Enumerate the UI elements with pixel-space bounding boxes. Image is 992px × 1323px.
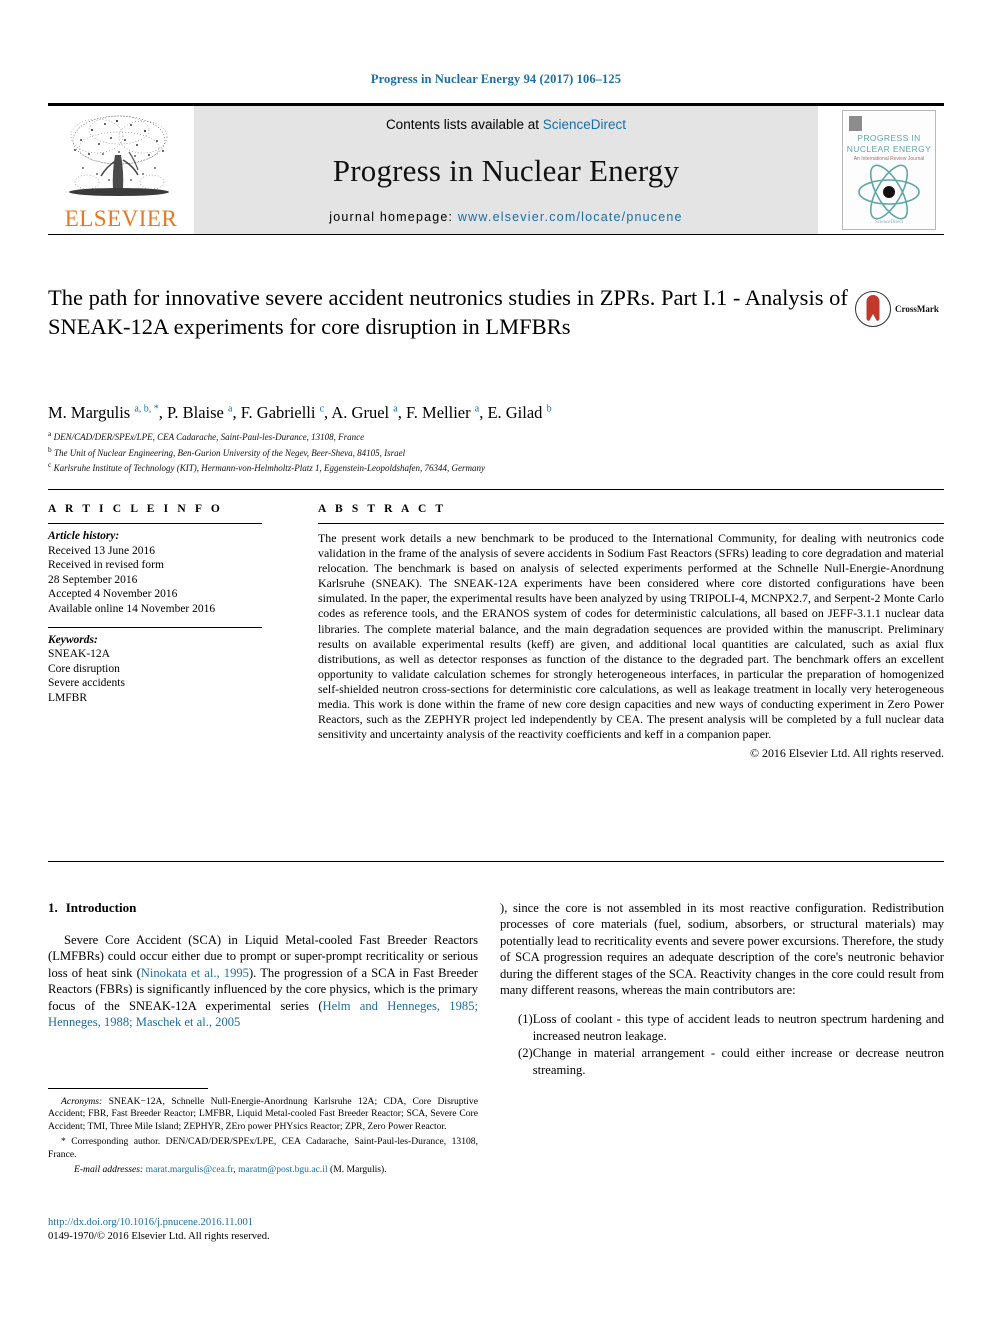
- author-list: M. Margulis a, b, *, P. Blaise a, F. Gab…: [48, 403, 552, 422]
- affiliation-text: DEN/CAD/DER/SPEx/LPE, CEA Cadarache, Sai…: [53, 432, 365, 442]
- history-item: Available online 14 November 2016: [48, 602, 216, 615]
- intro-text-c: ), since the core is not assembled in it…: [500, 901, 944, 998]
- keywords-block: Keywords: SNEAK-12A Core disruption Seve…: [48, 626, 262, 706]
- corresponding-text: Corresponding author. DEN/CAD/DER/SPEx/L…: [48, 1136, 478, 1160]
- cover-title-line2: NUCLEAR ENERGY: [846, 144, 932, 154]
- homepage-prefix: journal homepage:: [329, 210, 458, 224]
- doi-link[interactable]: http://dx.doi.org/10.1016/j.pnucene.2016…: [48, 1217, 253, 1228]
- keywords-label: Keywords:: [48, 633, 98, 646]
- keyword-item: Core disruption: [48, 662, 120, 675]
- article-info-rule: [48, 523, 262, 524]
- history-item: 28 September 2016: [48, 573, 138, 586]
- intro-paragraph-left: Severe Core Accident (SCA) in Liquid Met…: [48, 932, 478, 1030]
- list-item: (2) Change in material arrangement - cou…: [500, 1045, 944, 1078]
- affiliation-item: c Karlsruhe Institute of Technology (KIT…: [48, 459, 928, 475]
- contributors-list: (1) Loss of coolant - this type of accid…: [500, 1011, 944, 1078]
- crossmark-badge[interactable]: CrossMark: [855, 288, 945, 330]
- email-link-cea[interactable]: marat.margulis@cea.fr: [146, 1164, 234, 1175]
- title-block: The path for innovative severe accident …: [48, 283, 848, 341]
- citation-link-ninokata[interactable]: Ninokata et al., 1995: [141, 966, 249, 980]
- section-title: Introduction: [65, 900, 137, 915]
- affiliation-marker: b: [48, 444, 52, 454]
- footnote-corresponding-author: * Corresponding author. DEN/CAD/DER/SPEx…: [48, 1136, 478, 1161]
- body-column-right: ), since the core is not assembled in it…: [500, 900, 944, 1079]
- page-title: The path for innovative severe accident …: [48, 285, 848, 339]
- affiliation-item: a DEN/CAD/DER/SPEx/LPE, CEA Cadarache, S…: [48, 428, 928, 444]
- footnote-acronyms: Acronyms: SNEAK−12A, Schnelle Null-Energ…: [48, 1096, 478, 1133]
- email-link-bgu[interactable]: maratm@post.bgu.ac.il: [238, 1164, 328, 1175]
- crossmark-label: CrossMark: [895, 304, 939, 314]
- elsevier-logo: ELSEVIER: [48, 106, 194, 234]
- acronyms-text: SNEAK−12A, Schnelle Null-Energie-Anordnu…: [48, 1096, 478, 1132]
- keyword-item: Severe accidents: [48, 677, 125, 690]
- email-label: E-mail addresses:: [74, 1164, 144, 1176]
- elsevier-tree-icon: [69, 115, 169, 196]
- history-item: Received 13 June 2016: [48, 544, 155, 557]
- abstract-column: A B S T R A C T The present work details…: [318, 503, 944, 761]
- body-column-left: 1. Introduction Severe Core Accident (SCA…: [48, 900, 478, 1039]
- journal-cover-thumbnail: PROGRESS IN NUCLEAR ENERGY An Internatio…: [834, 106, 944, 234]
- affiliation-marker: c: [48, 460, 52, 469]
- email-owner: (M. Margulis).: [327, 1164, 387, 1176]
- footnote-emails: E-mail addresses: marat.margulis@cea.fr,…: [48, 1164, 478, 1176]
- info-band-top-rule: [48, 489, 944, 490]
- doi-block: http://dx.doi.org/10.1016/j.pnucene.2016…: [48, 1216, 478, 1244]
- list-item: (1) Loss of coolant - this type of accid…: [500, 1011, 944, 1044]
- corresponding-marker: *: [61, 1136, 66, 1148]
- journal-homepage-link[interactable]: www.elsevier.com/locate/pnucene: [458, 210, 683, 224]
- abstract-copyright: © 2016 Elsevier Ltd. All rights reserved…: [750, 746, 944, 761]
- crossmark-icon: [855, 291, 891, 327]
- sciencedirect-link[interactable]: ScienceDirect: [543, 117, 626, 132]
- intro-paragraph-right: ), since the core is not assembled in it…: [500, 900, 944, 998]
- contents-available-line: Contents lists available at ScienceDirec…: [386, 117, 626, 132]
- history-item: Accepted 4 November 2016: [48, 588, 178, 601]
- keywords-rule: [48, 626, 262, 628]
- abstract-text: The present work details a new benchmark…: [318, 531, 944, 742]
- footnote-rule: [48, 1088, 208, 1089]
- article-info-heading: A R T I C L E I N F O: [48, 503, 223, 515]
- affiliation-list: a DEN/CAD/DER/SPEx/LPE, CEA Cadarache, S…: [48, 428, 928, 475]
- abstract-heading: A B S T R A C T: [318, 503, 447, 515]
- info-band-bottom-rule: [48, 861, 944, 862]
- masthead-center: Contents lists available at ScienceDirec…: [194, 106, 818, 234]
- article-history-block: Article history: Received 13 June 2016 R…: [48, 529, 262, 617]
- list-text: Change in material arrangement - could e…: [532, 1046, 944, 1077]
- issn-copyright: 0149-1970/© 2016 Elsevier Ltd. All right…: [48, 1231, 270, 1242]
- journal-masthead: ELSEVIER Contents lists available at Sci…: [48, 103, 944, 235]
- footnote-block: Acronyms: SNEAK−12A, Schnelle Null-Energ…: [48, 1096, 478, 1179]
- acronyms-label: Acronyms:: [61, 1096, 103, 1107]
- section-number: 1.: [48, 900, 58, 915]
- cover-title-line1: PROGRESS IN: [857, 133, 921, 143]
- cover-subtitle: An International Review Journal: [853, 156, 925, 162]
- list-marker: (2): [518, 1046, 533, 1061]
- atom-icon: [858, 164, 920, 220]
- journal-title: Progress in Nuclear Energy: [332, 153, 680, 188]
- list-marker: (1): [518, 1012, 533, 1027]
- journal-homepage-line: journal homepage: www.elsevier.com/locat…: [329, 210, 682, 224]
- list-text: Loss of coolant - this type of accident …: [532, 1012, 944, 1043]
- affiliation-marker: a: [48, 429, 52, 438]
- keyword-item: SNEAK-12A: [48, 648, 110, 661]
- keyword-item: LMFBR: [48, 691, 87, 704]
- affiliation-item: b The Unit of Nuclear Engineering, Ben-G…: [48, 444, 928, 460]
- running-head: Progress in Nuclear Energy 94 (2017) 106…: [370, 72, 622, 86]
- affiliation-text: The Unit of Nuclear Engineering, Ben-Gur…: [54, 447, 406, 458]
- cover-footer-text: ScienceDirect: [874, 220, 904, 225]
- abstract-rule: [318, 523, 944, 524]
- history-item: Received in revised form: [48, 559, 164, 572]
- contents-prefix: Contents lists available at: [385, 117, 543, 132]
- section-heading-introduction: 1. Introduction: [48, 900, 478, 916]
- affiliation-text: Karlsruhe Institute of Technology (KIT),…: [53, 463, 485, 473]
- article-history-label: Article history:: [48, 530, 120, 542]
- elsevier-wordmark: ELSEVIER: [64, 206, 178, 231]
- article-info-column: A R T I C L E I N F O Article history: R…: [48, 503, 262, 706]
- article-page: Progress in Nuclear Energy 94 (2017) 106…: [0, 0, 992, 1323]
- elsevier-mark-icon: [849, 116, 862, 131]
